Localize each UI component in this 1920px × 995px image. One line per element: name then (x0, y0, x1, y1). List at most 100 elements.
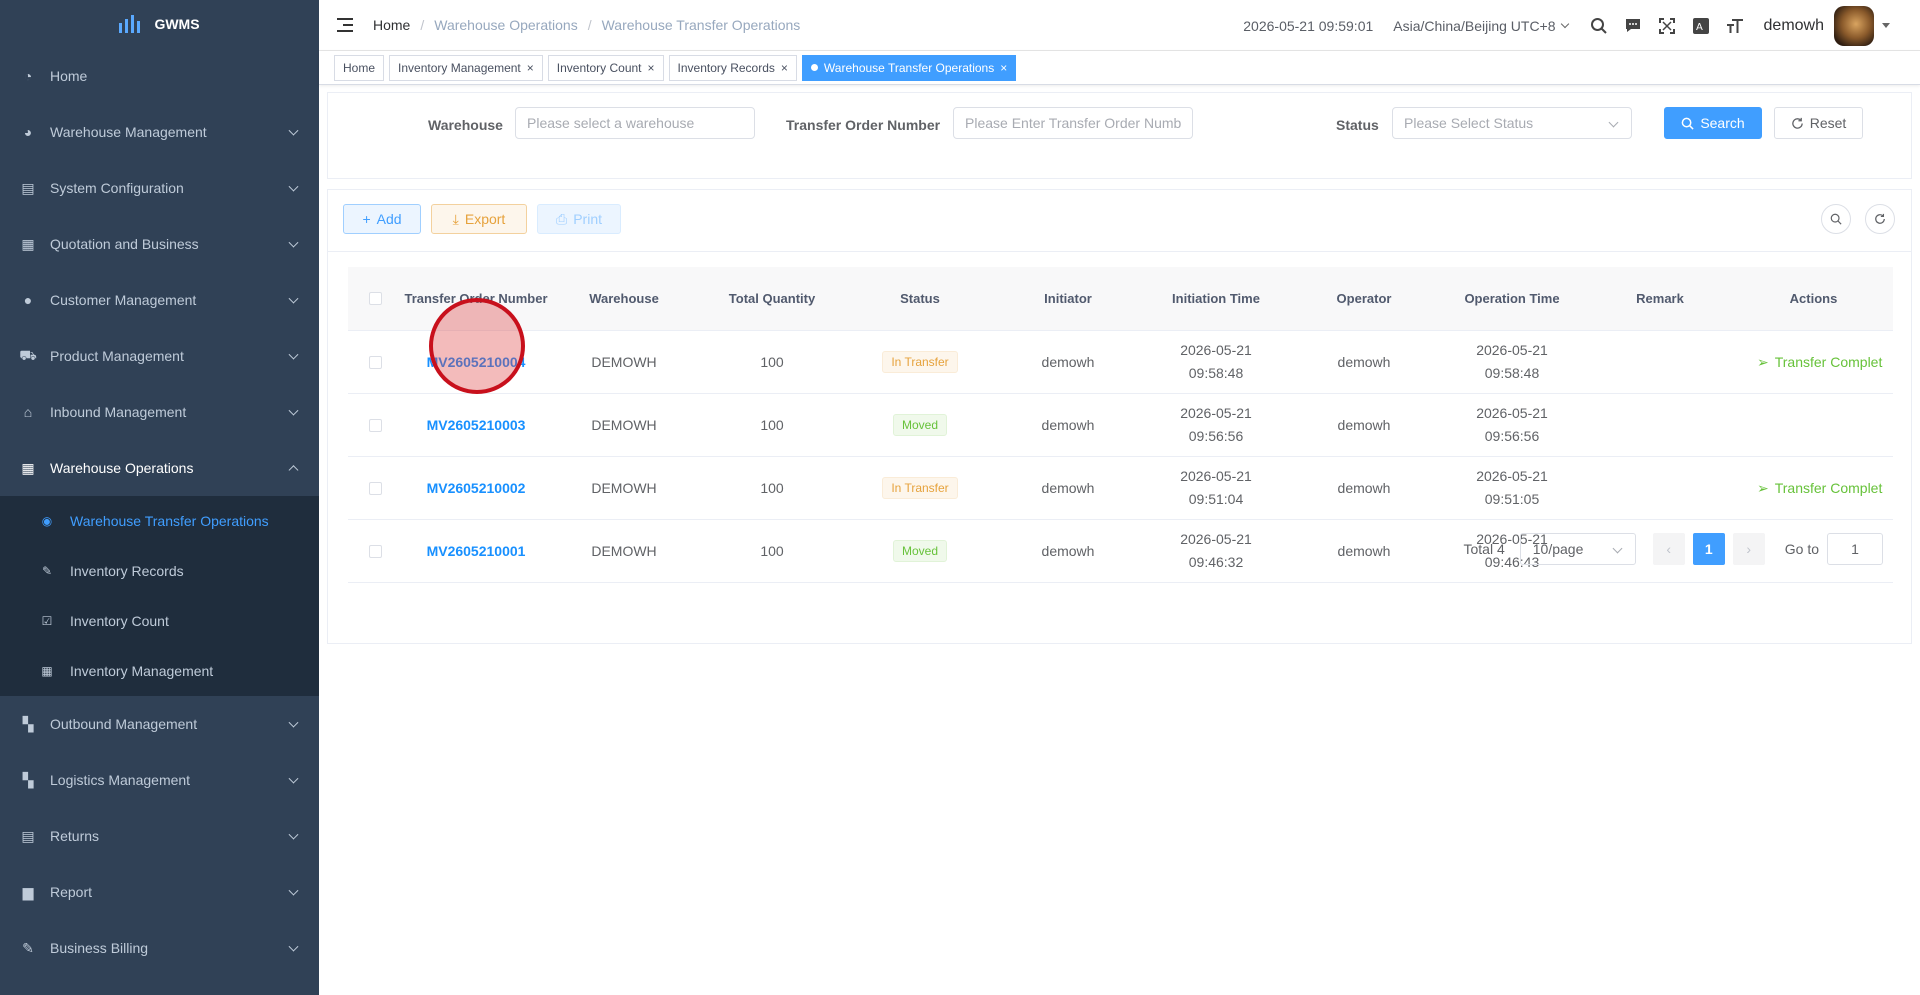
column-header-total-quantity[interactable]: Total Quantity (698, 267, 846, 330)
tag-inventory-count[interactable]: Inventory Count × (547, 54, 664, 81)
transfer-complete-button[interactable]: ➢ Transfer Complet (1757, 354, 1882, 371)
sidebar-item-product-management[interactable]: ⛟ Product Management (0, 328, 319, 384)
page-number-button[interactable]: 1 (1692, 533, 1725, 565)
status-badge: In Transfer (882, 477, 958, 499)
print-button[interactable]: ⎙ Print (537, 204, 621, 234)
column-header-operation-time[interactable]: Operation Time (1438, 267, 1586, 330)
sidebar-item-outbound-management[interactable]: ▚ Outbound Management (0, 696, 319, 752)
sidebar-item-warehouse-transfer-operations[interactable]: ◉ Warehouse Transfer Operations (0, 496, 319, 546)
sidebar-item-report[interactable]: ▆ Report (0, 864, 319, 920)
tag-label: Inventory Records (677, 60, 775, 75)
column-header-operator[interactable]: Operator (1290, 267, 1438, 330)
sidebar-item-home[interactable]: ◔ Home (0, 48, 319, 104)
sidebar-item-system-configuration[interactable]: ▤ System Configuration (0, 160, 319, 216)
order-number-cell: MV2605210002 (402, 457, 550, 519)
search-icon (1681, 117, 1694, 130)
caret-down-icon[interactable] (1882, 23, 1890, 28)
fullscreen-icon[interactable] (1655, 14, 1679, 38)
row-checkbox[interactable] (368, 544, 382, 558)
sidebar-item-inventory-count[interactable]: ☑ Inventory Count (0, 596, 319, 646)
status-cell: Moved (846, 520, 994, 582)
refresh-button[interactable] (1865, 204, 1895, 234)
tag-home[interactable]: Home (334, 54, 385, 81)
close-icon[interactable]: × (781, 61, 788, 75)
breadcrumb-home[interactable]: Home (373, 17, 410, 33)
transfer-order-number-placeholder: Please Enter Transfer Order Numb (965, 115, 1182, 131)
sidebar-item-returns[interactable]: ▤ Returns (0, 808, 319, 864)
close-icon[interactable]: × (527, 61, 534, 75)
close-icon[interactable]: × (1000, 61, 1007, 75)
column-header-remark[interactable]: Remark (1586, 267, 1734, 330)
sidebar-item-quotation-and-business[interactable]: ▦ Quotation and Business (0, 216, 319, 272)
column-header-status[interactable]: Status (846, 267, 994, 330)
column-header-warehouse[interactable]: Warehouse (550, 267, 698, 330)
search-button[interactable]: Search (1664, 107, 1762, 139)
bar-chart-icon: ▆ (22, 883, 34, 900)
house-icon: ⌂ (23, 404, 33, 420)
sidebar-item-label: Home (50, 68, 88, 84)
sidebar: GWMS ◔ Home ◕ Warehouse Management ▤ Sys… (0, 0, 319, 995)
page-size-select[interactable]: 10/page (1519, 533, 1636, 565)
tag-inventory-management[interactable]: Inventory Management × (389, 54, 543, 81)
message-icon[interactable] (1621, 14, 1645, 38)
transfer-order-number-input[interactable]: Please Enter Transfer Order Numb (953, 107, 1193, 139)
sidebar-item-inbound-management[interactable]: ⌂ Inbound Management (0, 384, 319, 440)
sidebar-item-label: Returns (50, 828, 100, 844)
next-page-button[interactable]: › (1732, 533, 1765, 565)
edit-icon: ✎ (22, 939, 34, 956)
table-icon: ▦ (21, 459, 35, 476)
sidebar-item-inventory-records[interactable]: ✎ Inventory Records (0, 546, 319, 596)
sidebar-item-label: Inventory Count (70, 613, 169, 629)
initiation-clock: 09:56:56 (1188, 428, 1244, 444)
initiation-time-cell: 2026-05-21 09:58:48 (1142, 331, 1290, 393)
chevron-down-icon (288, 885, 299, 896)
warehouse-cell: DEMOWH (591, 480, 657, 496)
sidebar-item-logistics-management[interactable]: ▚ Logistics Management (0, 752, 319, 808)
toggle-search-button[interactable] (1821, 204, 1851, 234)
sidebar-item-warehouse-management[interactable]: ◕ Warehouse Management (0, 104, 319, 160)
app-logo[interactable]: GWMS (0, 0, 319, 48)
font-size-icon[interactable] (1723, 14, 1747, 38)
sidebar-item-inventory-management[interactable]: ▦ Inventory Management (0, 646, 319, 696)
avatar[interactable] (1834, 5, 1874, 46)
add-button[interactable]: + Add (343, 204, 421, 234)
operation-time-cell: 2026-05-21 09:58:48 (1438, 331, 1586, 393)
row-checkbox[interactable] (368, 418, 382, 432)
prev-page-button[interactable]: ‹ (1652, 533, 1685, 565)
sidebar-item-label: Warehouse Management (50, 124, 207, 140)
table-panel: + Add ⤓ Export ⎙ Print Transfer Order Nu… (327, 189, 1912, 644)
goto-page-input[interactable]: 1 (1827, 533, 1883, 565)
username[interactable]: demowh (1764, 17, 1824, 35)
order-number-link[interactable]: MV2605210002 (427, 480, 526, 496)
tag-warehouse-transfer-operations[interactable]: Warehouse Transfer Operations × (801, 54, 1017, 81)
translate-icon[interactable]: A (1689, 14, 1713, 38)
status-cell: In Transfer (846, 457, 994, 519)
select-all-checkbox[interactable] (368, 292, 382, 305)
export-button[interactable]: ⤓ Export (431, 204, 527, 234)
hamburger-icon[interactable] (337, 18, 353, 32)
tag-inventory-records[interactable]: Inventory Records × (668, 54, 797, 81)
column-header-initiator[interactable]: Initiator (994, 267, 1142, 330)
order-number-link[interactable]: MV2605210001 (427, 543, 526, 559)
row-checkbox[interactable] (368, 481, 382, 495)
warehouse-select[interactable]: Please select a warehouse (515, 107, 755, 139)
status-badge: Moved (892, 540, 948, 562)
operator-cell: demowh (1337, 480, 1391, 496)
sidebar-item-warehouse-operations[interactable]: ▦ Warehouse Operations (0, 440, 319, 496)
sidebar-item-business-billing[interactable]: ✎ Business Billing (0, 920, 319, 976)
export-button-label: Export (464, 211, 506, 227)
sidebar-item-customer-management[interactable]: ● Customer Management (0, 272, 319, 328)
status-badge: In Transfer (882, 351, 958, 373)
timezone-select[interactable]: Asia/China/Beijing UTC+8 (1393, 18, 1569, 34)
status-select[interactable]: Please Select Status (1392, 107, 1632, 139)
reset-button[interactable]: Reset (1774, 107, 1863, 139)
order-number-link[interactable]: MV2605210003 (427, 417, 526, 433)
transfer-complete-button[interactable]: ➢ Transfer Complet (1757, 480, 1882, 497)
actions-cell (1734, 394, 1893, 456)
close-icon[interactable]: × (648, 61, 655, 75)
column-header-initiation-time[interactable]: Initiation Time (1142, 267, 1290, 330)
chevron-down-icon (288, 717, 299, 728)
breadcrumb-separator: / (420, 17, 425, 33)
search-icon[interactable] (1587, 14, 1611, 38)
row-checkbox[interactable] (368, 355, 382, 369)
